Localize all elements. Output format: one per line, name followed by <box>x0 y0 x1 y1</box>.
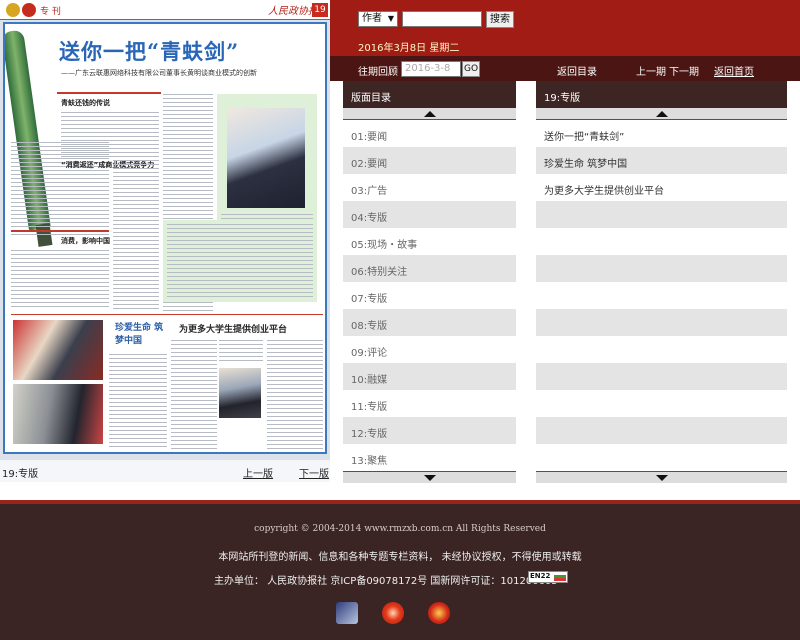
top-bar: 作者 ▼ 搜索 2016年3月8日 星期二 <box>330 0 800 56</box>
portrait-photo <box>227 108 305 208</box>
page-list-item[interactable]: 13:聚焦 <box>343 444 516 471</box>
issue-date: 2016年3月8日 星期二 <box>358 43 460 54</box>
article-list-item[interactable]: 为更多大学生提供创业平台 <box>536 174 787 201</box>
search-field-select[interactable]: 作者 ▼ <box>358 11 398 27</box>
prev-issue-link[interactable]: 上一期 <box>636 63 666 78</box>
next-page-link[interactable]: 下一版 <box>299 465 329 480</box>
history-label: 往期回顾 <box>358 67 398 78</box>
page-list-item[interactable]: 02:要闻 <box>343 147 516 174</box>
text-column <box>171 340 217 452</box>
copyright-text: copyright © 2004-2014 www.rmzxb.com.cn A… <box>254 524 546 534</box>
badge-label: EN22 <box>530 572 551 580</box>
text-column <box>11 250 109 310</box>
event-photo <box>13 384 103 444</box>
search-select-value: 作者 <box>362 13 382 24</box>
scroll-up-button[interactable] <box>536 108 787 120</box>
article-list-item <box>536 309 787 336</box>
article-list-panel: 19:专版 送你一把“青蚨剑” 珍爱生命 筑梦中国 为更多大学生提供创业平台 <box>536 81 787 483</box>
section-rule <box>57 92 161 94</box>
text-column <box>61 174 109 238</box>
text-column <box>167 224 313 298</box>
story-title-cherish[interactable]: 珍爱生命 筑梦中国 <box>115 320 165 346</box>
scroll-down-button[interactable] <box>536 471 787 483</box>
text-column <box>219 340 263 364</box>
article-list-item <box>536 336 787 363</box>
article-list-item <box>536 390 787 417</box>
article-list-item[interactable]: 珍爱生命 筑梦中国 <box>536 147 787 174</box>
nav-bar: 往期回顾 2016-3-8 GO 返回目录 上一期 下一期 返回首页 <box>330 56 800 81</box>
article-list-item <box>536 444 787 471</box>
paper-header: 专 刊 人民政协报 19 <box>0 0 330 20</box>
event-photo <box>13 320 103 380</box>
page-root: 专 刊 人民政协报 19 送你一把“青蚨剑” ——广东云联惠网络科技有限公司董事… <box>0 0 800 640</box>
story-divider <box>11 314 323 315</box>
page-list-item[interactable]: 07:专版 <box>343 282 516 309</box>
page-directory-panel: 版面目录 01:要闻 02:要闻 03:广告 04:专版 05:现场・故事 06:特别关注… <box>343 81 516 483</box>
article-headline[interactable]: 送你一把“青蚨剑” <box>59 36 239 66</box>
page-list-item[interactable]: 12:专版 <box>343 417 516 444</box>
emblem-icon <box>6 3 20 17</box>
paper-footer: 19:专版 上一版 下一版 <box>0 460 330 482</box>
kicker-legend: 青蚨还钱的传说 <box>61 99 110 107</box>
scroll-up-button[interactable] <box>343 108 516 120</box>
page-list-item[interactable]: 11:专版 <box>343 390 516 417</box>
paper-page-number: 19 <box>312 3 328 17</box>
home-link[interactable]: 返回首页 <box>714 63 754 78</box>
prev-page-link[interactable]: 上一版 <box>243 465 273 480</box>
page-list-item[interactable]: 06:特别关注 <box>343 255 516 282</box>
page-list-item[interactable]: 03:广告 <box>343 174 516 201</box>
party-emblem-icon <box>22 3 36 17</box>
newspaper-page-image[interactable]: 专 刊 人民政协报 19 送你一把“青蚨剑” ——广东云联惠网络科技有限公司董事… <box>0 0 330 460</box>
page-list: 01:要闻 02:要闻 03:广告 04:专版 05:现场・故事 06:特别关注 07:专版… <box>343 120 516 471</box>
page-list-item[interactable]: 05:现场・故事 <box>343 228 516 255</box>
sponsor-info: 主办单位： 人民政协报社 京ICP备09078172号 国新网许可证：10120… <box>214 576 558 587</box>
page-list-item[interactable]: 10:融媒 <box>343 363 516 390</box>
story-title-students[interactable]: 为更多大学生提供创业平台 <box>179 322 287 335</box>
next-issue-link[interactable]: 下一期 <box>669 63 699 78</box>
date-input[interactable]: 2016-3-8 <box>401 61 461 77</box>
panel-title: 19:专版 <box>536 81 787 108</box>
article-list-item <box>536 255 787 282</box>
search-button[interactable]: 搜索 <box>486 11 514 28</box>
article-list: 送你一把“青蚨剑” 珍爱生命 筑梦中国 为更多大学生提供创业平台 <box>536 120 787 471</box>
page-list-item[interactable]: 09:评论 <box>343 336 516 363</box>
article-list-item <box>536 228 787 255</box>
certification-badge[interactable]: EN22 <box>528 571 568 583</box>
go-button[interactable]: GO <box>462 61 480 77</box>
police-badge-icon[interactable] <box>428 602 450 624</box>
report-icon[interactable] <box>336 602 358 624</box>
page-list-item[interactable]: 01:要闻 <box>343 120 516 147</box>
kicker-influence: 消费，影响中国 <box>61 237 110 245</box>
article-list-item[interactable]: 送你一把“青蚨剑” <box>536 120 787 147</box>
paper-frame: 送你一把“青蚨剑” ——广东云联惠网络科技有限公司董事长黄明谈商业模式的创新 青… <box>3 22 327 454</box>
text-column <box>113 112 159 312</box>
panel-title: 版面目录 <box>343 81 516 108</box>
text-column <box>109 354 167 450</box>
back-to-catalog-link[interactable]: 返回目录 <box>557 63 597 78</box>
article-list-item <box>536 363 787 390</box>
flag-icon <box>554 575 566 581</box>
alert-icon[interactable] <box>382 602 404 624</box>
speaker-photo <box>219 368 261 418</box>
article-list-item <box>536 282 787 309</box>
scroll-down-button[interactable] <box>343 471 516 483</box>
page-list-item[interactable]: 08:专版 <box>343 309 516 336</box>
paper-section: 专 刊 <box>40 7 61 17</box>
text-column <box>267 340 323 452</box>
chevron-down-icon: ▼ <box>387 14 394 23</box>
article-list-item <box>536 417 787 444</box>
search-input[interactable] <box>402 11 482 27</box>
site-footer: copyright © 2004-2014 www.rmzxb.com.cn A… <box>0 500 800 640</box>
paper-masthead: 人民政协报 <box>268 6 318 17</box>
current-page-label: 19:专版 <box>2 469 39 480</box>
article-subhead: ——广东云联惠网络科技有限公司董事长黄明谈商业模式的创新 <box>61 69 257 77</box>
section-rule <box>11 230 109 232</box>
page-list-item[interactable]: 04:专版 <box>343 201 516 228</box>
article-list-item <box>536 201 787 228</box>
copyright-notice: 本网站所刊登的新闻、信息和各种专题专栏资料， 未经协议授权，不得使用或转载 <box>218 552 582 563</box>
